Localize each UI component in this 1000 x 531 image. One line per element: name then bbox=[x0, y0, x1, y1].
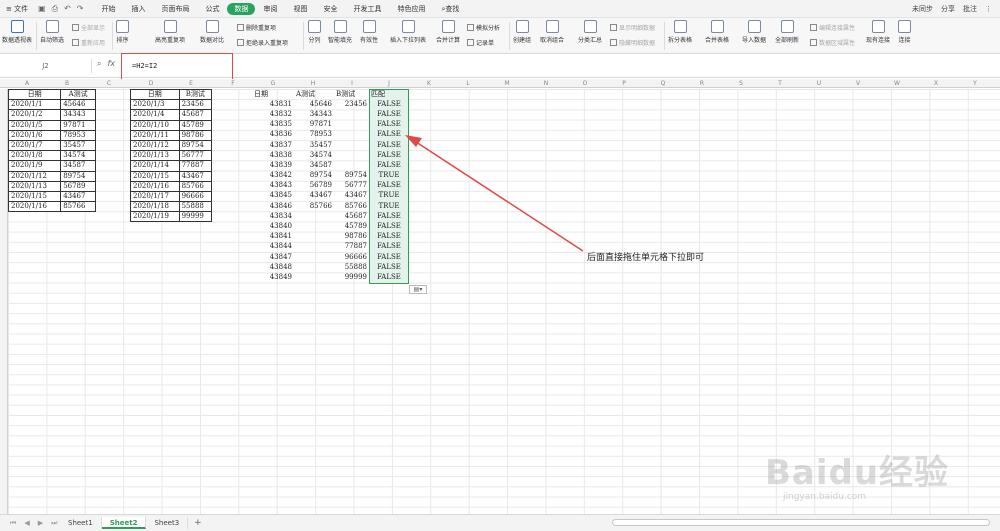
next-sheet-icon[interactable]: ▶ bbox=[38, 519, 43, 528]
baidu-watermark: Baidu经验 jingyan.baidu.com bbox=[765, 445, 985, 515]
horizontal-scrollbar[interactable] bbox=[612, 519, 990, 526]
watermark-logo: Baidu经验 bbox=[765, 453, 950, 493]
arrow-line bbox=[412, 139, 584, 252]
add-sheet-icon[interactable]: + bbox=[188, 518, 208, 528]
arrow-head bbox=[405, 135, 422, 147]
first-sheet-icon[interactable]: ⏮ bbox=[10, 519, 16, 528]
sheet-tab-sheet2[interactable]: Sheet2 bbox=[101, 517, 147, 529]
sheet-tab-sheet3[interactable]: Sheet3 bbox=[146, 517, 189, 529]
annotation-text: 后面直接拖住单元格下拉即可 bbox=[587, 253, 705, 263]
prev-sheet-icon[interactable]: ◀ bbox=[24, 519, 29, 528]
sheet-nav-buttons: ⏮ ◀ ▶ ⏭ bbox=[0, 519, 60, 528]
last-sheet-icon[interactable]: ⏭ bbox=[51, 519, 57, 528]
sheet-tab-sheet1[interactable]: Sheet1 bbox=[60, 517, 102, 529]
